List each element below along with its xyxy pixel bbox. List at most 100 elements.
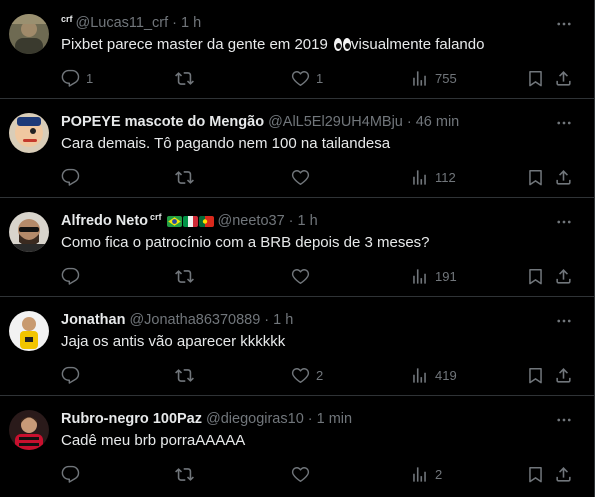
reply-button[interactable]: 1 — [61, 66, 93, 90]
bookmark-button[interactable] — [526, 66, 545, 90]
bookmark-button[interactable] — [526, 363, 545, 387]
views-button[interactable]: 419 — [410, 363, 457, 387]
user-handle[interactable]: @diegogiras10 — [206, 409, 304, 429]
reply-button[interactable] — [61, 264, 86, 288]
retweet-button[interactable] — [175, 66, 200, 90]
tweet-text: Como fica o patrocínio com a BRB depois … — [61, 234, 430, 251]
bookmark-icon — [529, 367, 542, 383]
views-icon — [413, 169, 426, 185]
reply-icon — [61, 465, 80, 483]
more-options-icon[interactable] — [554, 212, 574, 232]
views-icon — [413, 466, 426, 482]
retweet-button[interactable] — [175, 264, 200, 288]
view-count: 419 — [435, 367, 457, 383]
display-name[interactable]: Rubro-negro 100Paz — [61, 409, 202, 429]
reply-count: 1 — [86, 70, 94, 86]
views-button[interactable]: 755 — [410, 66, 457, 90]
italy-flag-icon — [182, 215, 198, 227]
bookmark-button[interactable] — [526, 462, 545, 486]
heart-icon — [291, 367, 310, 383]
timestamp[interactable]: 1 h — [298, 211, 318, 231]
bookmark-icon — [529, 268, 542, 284]
like-button[interactable] — [291, 264, 316, 288]
name-flags — [166, 215, 214, 227]
tweet-text-main: Pixbet parece master da gente em 2019 — [61, 36, 328, 53]
tweet[interactable]: Alfredo Neto crf @neeto37 · 1 h Como fic… — [0, 198, 594, 297]
brazil-flag-icon — [166, 215, 182, 227]
timestamp[interactable]: 1 min — [317, 409, 352, 429]
tweet[interactable]: Rubro-negro 100Paz @diegogiras10 · 1 min… — [0, 396, 594, 497]
avatar[interactable] — [9, 14, 49, 54]
more-options-icon[interactable] — [554, 410, 574, 430]
avatar[interactable] — [9, 311, 49, 351]
views-button[interactable]: 2 — [410, 462, 442, 486]
avatar[interactable] — [9, 113, 49, 153]
avatar[interactable] — [9, 212, 49, 252]
bookmark-button[interactable] — [526, 165, 545, 189]
display-name[interactable]: POPEYE mascote do Mengão — [61, 112, 264, 132]
tweet-text: Pixbet parece master da gente em 2019 vi… — [61, 34, 574, 56]
share-button[interactable] — [554, 462, 573, 486]
tweet-timeline: crf @Lucas11_crf · 1 h Pixbet parece mas… — [0, 0, 595, 497]
tweet-actions: 2 — [61, 462, 580, 486]
display-name[interactable]: Alfredo Neto — [61, 211, 148, 231]
display-name[interactable]: Jonathan — [61, 310, 125, 330]
retweet-icon — [175, 269, 194, 283]
retweet-icon — [175, 467, 194, 481]
user-handle[interactable]: @AlL5El29UH4MBju — [268, 112, 403, 132]
like-button[interactable]: 1 — [291, 66, 323, 90]
like-count: 2 — [316, 367, 324, 383]
user-handle[interactable]: @Jonatha86370889 — [129, 310, 260, 330]
timestamp[interactable]: 1 h — [181, 13, 201, 33]
timestamp[interactable]: 1 h — [273, 310, 293, 330]
like-count: 1 — [316, 70, 324, 86]
share-button[interactable] — [554, 165, 573, 189]
reply-icon — [61, 168, 80, 186]
views-button[interactable]: 112 — [410, 165, 456, 189]
timestamp[interactable]: 46 min — [416, 112, 460, 132]
bookmark-button[interactable] — [526, 264, 545, 288]
retweet-icon — [175, 170, 194, 184]
portugal-flag-icon — [198, 215, 214, 227]
share-button[interactable] — [554, 66, 573, 90]
reply-button[interactable] — [61, 363, 86, 387]
tweet[interactable]: POPEYE mascote do Mengão @AlL5El29UH4MBj… — [0, 99, 594, 198]
heart-icon — [291, 70, 310, 86]
view-count: 755 — [435, 70, 457, 86]
tweet-header: Rubro-negro 100Paz @diegogiras10 · 1 min — [61, 409, 554, 429]
retweet-button[interactable] — [175, 165, 200, 189]
tweet-text-tail: visualmente falando — [351, 36, 485, 53]
share-button[interactable] — [554, 363, 573, 387]
user-handle[interactable]: @neeto37 — [218, 211, 285, 231]
share-button[interactable] — [554, 264, 573, 288]
eyes-emoji — [334, 38, 352, 51]
tweet-actions: 112 — [61, 165, 580, 189]
more-options-icon[interactable] — [554, 311, 574, 331]
share-icon — [556, 466, 571, 482]
reply-icon — [61, 267, 80, 285]
like-button[interactable] — [291, 462, 316, 486]
avatar[interactable] — [9, 410, 49, 450]
like-button[interactable] — [291, 165, 316, 189]
views-icon — [413, 268, 426, 284]
reply-button[interactable] — [61, 462, 86, 486]
heart-icon — [291, 466, 310, 482]
retweet-button[interactable] — [175, 363, 200, 387]
user-handle[interactable]: @Lucas11_crf — [76, 13, 169, 33]
reply-icon — [61, 366, 80, 384]
separator-dot: · — [172, 15, 177, 31]
retweet-icon — [175, 368, 194, 382]
tweet[interactable]: Jonathan @Jonatha86370889 · 1 h Jaja os … — [0, 297, 594, 396]
retweet-button[interactable] — [175, 462, 200, 486]
tweet-text: Cadê meu brb porraAAAAA — [61, 432, 246, 449]
display-name[interactable]: crf — [61, 13, 73, 29]
more-options-icon[interactable] — [554, 113, 574, 133]
reply-button[interactable] — [61, 165, 86, 189]
separator-dot: · — [264, 312, 270, 328]
tweet-text: Cara demais. Tô pagando nem 100 na taila… — [61, 135, 391, 152]
like-button[interactable]: 2 — [291, 363, 323, 387]
separator-dot: · — [288, 213, 294, 229]
views-button[interactable]: 191 — [410, 264, 457, 288]
more-options-icon[interactable] — [554, 14, 574, 34]
tweet[interactable]: crf @Lucas11_crf · 1 h Pixbet parece mas… — [0, 0, 594, 99]
